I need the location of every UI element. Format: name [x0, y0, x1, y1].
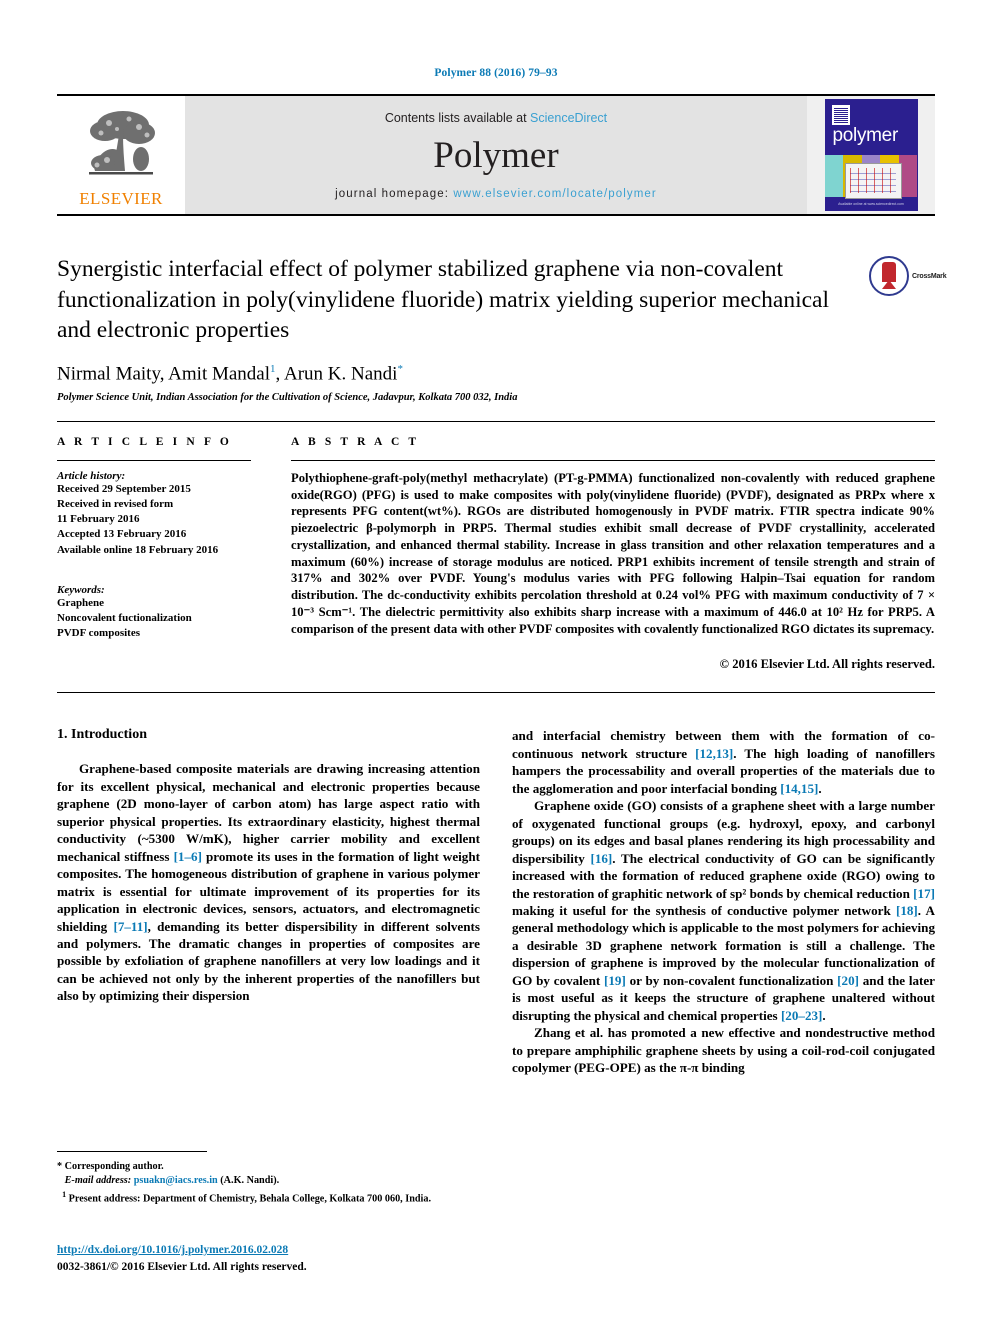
citation-reference[interactable]: [18] — [896, 903, 918, 918]
introduction-right-text: and interfacial chemistry between them w… — [512, 727, 935, 1076]
homepage-prefix: journal homepage: — [335, 187, 454, 200]
doi-link[interactable]: http://dx.doi.org/10.1016/j.polymer.2016… — [57, 1244, 288, 1256]
journal-homepage-link[interactable]: www.elsevier.com/locate/polymer — [453, 188, 656, 200]
journal-title: Polymer — [433, 134, 559, 176]
keywords-label: Keywords: — [57, 583, 105, 596]
citation-reference[interactable]: [1–6] — [174, 849, 202, 864]
abstract-body: Polythiophene-graft-poly(methyl methacry… — [291, 470, 935, 637]
corresponding-author-marker[interactable]: * — [397, 363, 403, 375]
info-abstract-section: A R T I C L E I N F O Article history: R… — [57, 436, 935, 672]
doi-block: http://dx.doi.org/10.1016/j.polymer.2016… — [57, 1240, 487, 1273]
cover-footer-text: Available online at www.sciencedirect.co… — [838, 201, 904, 206]
elsevier-wordmark: ELSEVIER — [79, 189, 163, 208]
body-column-right: and interfacial chemistry between them w… — [512, 727, 935, 1076]
authors-part-2: , Arun K. Nandi — [275, 362, 398, 384]
masthead-center: Contents lists available at ScienceDirec… — [185, 96, 807, 214]
email-suffix: (A.K. Nandi). — [220, 1175, 280, 1187]
footnote-rule — [57, 1151, 207, 1152]
present-address-marker: 1 — [62, 1189, 67, 1199]
footnotes-block: * Corresponding author. E-mail address: … — [57, 1151, 472, 1207]
citation-reference[interactable]: [12,13] — [695, 746, 733, 761]
contents-available-line: Contents lists available at ScienceDirec… — [385, 111, 607, 125]
body-paragraph: Graphene oxide (GO) consists of a graphe… — [512, 798, 936, 1023]
body-paragraph: and interfacial chemistry between them w… — [512, 728, 935, 796]
email-note: E-mail address: psuakn@iacs.res.in (A.K.… — [57, 1174, 472, 1188]
history-received: Received 29 September 2015 — [57, 482, 191, 495]
keyword-item: Noncovalent fuctionalization — [57, 612, 192, 624]
journal-masthead: ELSEVIER Contents lists available at Sci… — [57, 94, 935, 216]
email-label: E-mail address: — [64, 1175, 132, 1187]
article-info-column: A R T I C L E I N F O Article history: R… — [57, 436, 275, 672]
email-link[interactable]: psuakn@iacs.res.in — [134, 1175, 218, 1186]
issn-copyright-line: 0032-3861/© 2016 Elsevier Ltd. All right… — [57, 1261, 307, 1273]
article-history-label: Article history: — [57, 469, 126, 482]
sciencedirect-link[interactable]: ScienceDirect — [530, 111, 607, 125]
journal-homepage-line: journal homepage: www.elsevier.com/locat… — [335, 188, 657, 200]
doi-link-row: http://dx.doi.org/10.1016/j.polymer.2016… — [57, 1240, 487, 1258]
cover-publisher-icon — [831, 105, 850, 125]
abstract-heading: A B S T R A C T — [291, 435, 420, 448]
present-address-text: Present address: Department of Chemistry… — [68, 1193, 432, 1205]
journal-cover-container: polymer Available online at www.scienced… — [807, 96, 935, 214]
history-revised-form: Received in revised form — [57, 498, 174, 511]
contents-prefix: Contents lists available at — [384, 110, 531, 125]
keyword-item: Graphene — [57, 596, 105, 609]
abstract-column: A B S T R A C T Polythiophene-graft-poly… — [275, 436, 935, 672]
present-address-note: 1 Present address: Department of Chemist… — [57, 1189, 472, 1207]
article-info-heading: A R T I C L E I N F O — [57, 435, 232, 448]
affiliation: Polymer Science Unit, Indian Association… — [57, 391, 518, 403]
citation-reference[interactable]: [17] — [913, 886, 935, 901]
citation-reference[interactable]: [7–11] — [113, 919, 147, 934]
cover-inset-figure — [844, 163, 902, 199]
info-section-top-rule — [57, 420, 935, 422]
corresponding-author-note: * Corresponding author. — [57, 1161, 164, 1172]
citation-reference[interactable]: [20] — [837, 973, 859, 988]
crossmark-icon — [869, 256, 909, 296]
elsevier-tree-icon — [79, 105, 163, 189]
page-title: Synergistic interfacial effect of polyme… — [57, 256, 830, 344]
citation-reference[interactable]: [14,15] — [780, 781, 818, 796]
citation-reference[interactable]: [19] — [604, 973, 626, 988]
article-info-rule — [57, 459, 251, 461]
abstract-copyright: © 2016 Elsevier Ltd. All rights reserved… — [719, 657, 935, 672]
journal-cover-image: polymer Available online at www.scienced… — [824, 99, 918, 211]
abstract-paragraph: Polythiophene-graft-poly(methyl methacry… — [291, 470, 935, 636]
running-head: Polymer 88 (2016) 79–93 — [434, 67, 558, 79]
history-accepted: Accepted 13 February 2016 — [57, 528, 187, 541]
crossmark-badge[interactable]: CrossMark — [869, 256, 947, 296]
journal-article-page: Polymer 88 (2016) 79–93 ELSEVIER Content… — [0, 0, 992, 1323]
publisher-logo: ELSEVIER — [57, 96, 185, 214]
authors-part-1: Nirmal Maity, Amit Mandal — [57, 362, 271, 384]
abstract-bottom-rule — [57, 692, 935, 694]
author-list: Nirmal Maity, Amit Mandal1, Arun K. Nand… — [57, 363, 850, 385]
cover-title-text: polymer — [832, 125, 899, 146]
body-column-left: 1. Introduction Graphene-based composite… — [57, 727, 480, 1076]
introduction-heading: 1. Introduction — [57, 727, 147, 743]
keyword-item: PVDF composites — [57, 627, 140, 640]
body-paragraph: Zhang et al. has promoted a new effectiv… — [512, 1025, 935, 1076]
crossmark-label: CrossMark — [912, 272, 947, 280]
introduction-left-text: Graphene-based composite materials are d… — [57, 760, 480, 1005]
history-available-online: Available online 18 February 2016 — [57, 543, 219, 556]
history-revised-date: 11 February 2016 — [57, 513, 140, 526]
citation-reference[interactable]: [16] — [590, 851, 612, 866]
title-block: CrossMark Synergistic interfacial effect… — [57, 254, 947, 403]
article-body: 1. Introduction Graphene-based composite… — [57, 727, 935, 1076]
body-paragraph: Graphene-based composite materials are d… — [57, 761, 480, 1004]
citation-reference[interactable]: [20–23] — [781, 1008, 822, 1023]
abstract-rule — [291, 459, 935, 461]
keywords-block: Keywords: Graphene Noncovalent fuctional… — [57, 584, 251, 642]
